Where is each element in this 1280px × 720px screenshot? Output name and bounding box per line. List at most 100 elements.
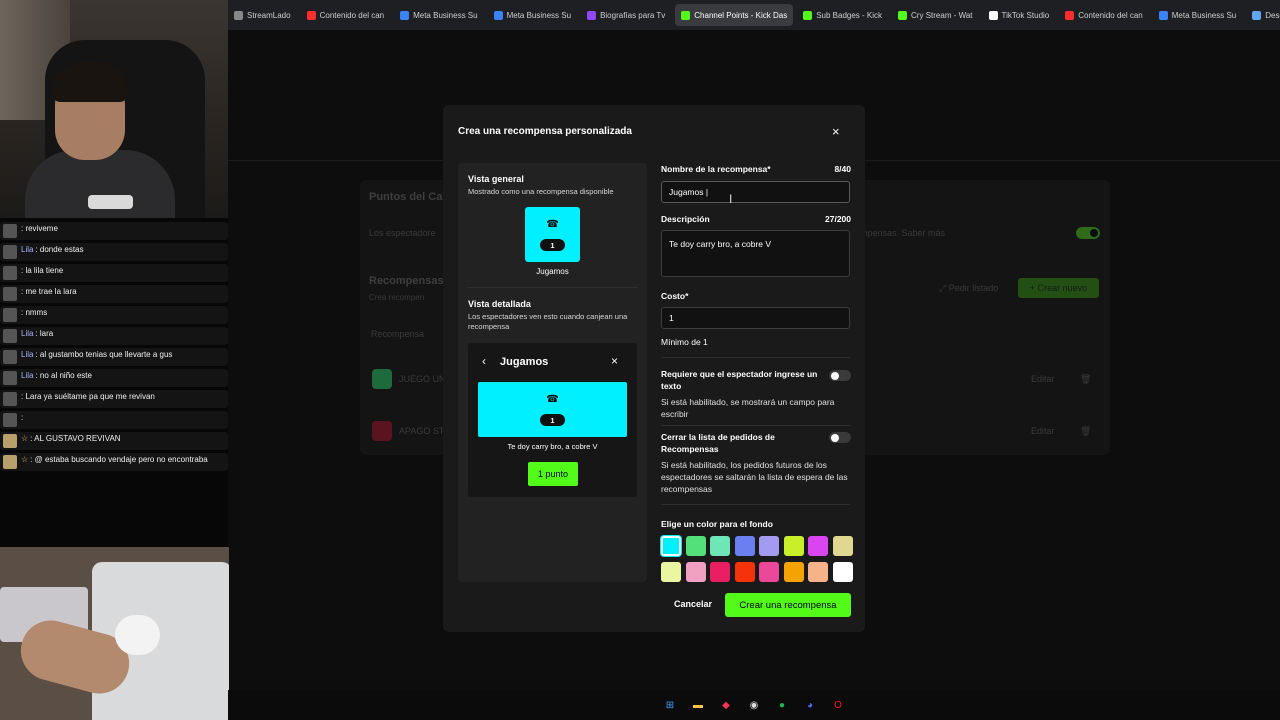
color-swatch[interactable] — [832, 536, 853, 556]
reward-row-name: JUEGO UN — [399, 374, 446, 384]
reward-name-counter: 8/40 — [834, 164, 851, 174]
tab-favicon-icon — [681, 10, 691, 20]
channel-points-info-tail[interactable]: mpensas. Saber más — [860, 228, 945, 238]
rewards-subtitle: Crea recompen — [369, 293, 425, 302]
color-swatch[interactable] — [759, 536, 779, 556]
tab-favicon-icon — [803, 10, 813, 20]
reward-row-name: APAGO ST — [399, 426, 445, 436]
color-swatch[interactable] — [783, 536, 804, 556]
require-text-label: Requiere que el espectador ingrese un te… — [661, 369, 818, 391]
close-icon: × — [611, 354, 619, 368]
webcam-microphone — [88, 195, 133, 209]
browser-tab[interactable]: Contenido del can — [1059, 4, 1149, 26]
chat-message: : Lara ya suéltame pa que me revivan — [0, 390, 228, 408]
avatar — [3, 413, 17, 427]
color-swatch[interactable] — [710, 562, 730, 582]
create-reward-button[interactable]: Crear una recompensa — [725, 593, 851, 617]
avatar — [3, 371, 17, 385]
chat-message-body: : reviveme — [21, 224, 58, 233]
preview-divider — [467, 287, 638, 288]
request-list-button[interactable]: ⤢ Pedir listado — [939, 283, 998, 294]
trash-icon[interactable]: 🗑 — [1080, 374, 1091, 385]
color-swatch[interactable] — [685, 536, 706, 556]
avatar — [3, 434, 17, 448]
file-explorer-icon[interactable]: ▬ — [689, 696, 707, 714]
browser-tab[interactable]: StreamLado — [228, 4, 297, 26]
reward-row-edit[interactable]: Editar — [1031, 426, 1055, 436]
opera-icon[interactable]: O — [829, 696, 847, 714]
tab-label: Meta Business Su — [413, 10, 478, 20]
channel-points-toggle[interactable] — [1076, 227, 1100, 239]
tab-label: Descargar arch — [1265, 10, 1280, 20]
reward-row-edit[interactable]: Editar — [1031, 374, 1055, 384]
color-swatch[interactable] — [783, 562, 804, 582]
os-taskbar: ⊞ ▬ ◆ ◉ ● ◕ O — [228, 690, 1280, 720]
chat-message-body: : AL GUSTAVO REVIVAN — [30, 434, 121, 443]
reward-name-input[interactable]: Jugamos | — [661, 181, 850, 203]
chat-text: Lila: no al niño este — [21, 371, 92, 381]
create-reward-modal: Crea una recompensa personalizada × Vist… — [443, 105, 865, 632]
browser-tab[interactable]: TikTok Studio — [983, 4, 1056, 26]
color-swatch[interactable] — [808, 562, 828, 582]
color-swatch[interactable] — [734, 536, 755, 556]
chat-username: Lila — [21, 329, 34, 338]
chat-text: Lila: donde estas — [21, 245, 84, 255]
avatar — [3, 392, 17, 406]
color-swatch[interactable] — [685, 562, 706, 582]
detail-card-cost-button: 1 punto — [528, 462, 578, 486]
color-swatch[interactable] — [808, 536, 828, 556]
color-swatch[interactable] — [661, 536, 681, 556]
tab-label: StreamLado — [247, 10, 291, 20]
browser-tab[interactable]: Contenido del can — [301, 4, 391, 26]
color-swatch[interactable] — [734, 562, 755, 582]
discord-icon[interactable]: ◕ — [801, 696, 819, 714]
trash-icon[interactable]: 🗑 — [1080, 426, 1091, 437]
chat-message: Lila: lara — [0, 327, 228, 345]
browser-tab[interactable]: Biografías para Tv — [581, 4, 671, 26]
tab-label: Cry Stream - Wat — [911, 10, 973, 20]
obs-icon[interactable]: ◉ — [745, 696, 763, 714]
browser-tab[interactable]: Channel Points - Kick Das — [675, 4, 794, 26]
spotify-icon[interactable]: ● — [773, 696, 791, 714]
chat-message-body: : donde estas — [35, 245, 84, 254]
close-icon[interactable]: × — [832, 125, 840, 138]
reward-row-icon — [372, 421, 392, 441]
chat-message: ☆: AL GUSTAVO REVIVAN — [0, 432, 228, 450]
browser-tab[interactable]: Sub Badges - Kick — [797, 4, 888, 26]
detail-card-title: Jugamos — [500, 356, 549, 368]
cost-input[interactable]: 1 — [661, 307, 850, 329]
color-swatch[interactable] — [710, 536, 730, 556]
reward-preview-panel: Vista general Mostrado como una recompen… — [458, 163, 647, 582]
cancel-button[interactable]: Cancelar — [674, 599, 712, 609]
create-new-button[interactable]: + Crear nuevo — [1018, 278, 1099, 298]
description-textarea[interactable]: Te doy carry bro, a cobre V — [661, 230, 850, 277]
avatar — [3, 329, 17, 343]
browser-tab[interactable]: Descargar arch — [1246, 4, 1280, 26]
color-swatch[interactable] — [661, 562, 681, 582]
chat-text: Lila: al gustambo tenias que llevarte a … — [21, 350, 172, 360]
windows-start-icon[interactable]: ⊞ — [661, 696, 679, 714]
color-swatch[interactable] — [759, 562, 779, 582]
skip-queue-toggle[interactable] — [829, 432, 851, 443]
color-swatch[interactable] — [832, 562, 853, 582]
webcam-desk — [0, 547, 229, 720]
text-cursor-icon: I — [729, 192, 733, 206]
rewards-title: Recompensas — [369, 275, 444, 287]
app-red-icon[interactable]: ◆ — [717, 696, 735, 714]
browser-tab[interactable]: Meta Business Su — [1153, 4, 1242, 26]
chat-text: : Lara ya suéltame pa que me revivan — [21, 392, 155, 402]
chat-message-body: : no al niño este — [35, 371, 92, 380]
require-text-toggle[interactable] — [829, 370, 851, 381]
browser-tab[interactable]: Meta Business Su — [394, 4, 483, 26]
color-picker-label: Elige un color para el fondo — [661, 519, 773, 529]
tab-label: Sub Badges - Kick — [816, 10, 883, 20]
avatar — [3, 287, 17, 301]
chevron-left-icon: ‹ — [482, 354, 486, 368]
skip-queue-label: Cerrar la lista de pedidos de Recompensa… — [661, 432, 775, 454]
overview-title: Vista general — [468, 174, 524, 184]
browser-tab[interactable]: Meta Business Su — [488, 4, 577, 26]
browser-tab[interactable]: Cry Stream - Wat — [892, 4, 978, 26]
modal-title: Crea una recompensa personalizada — [458, 126, 632, 137]
chat-message-body: : la lila tiene — [21, 266, 64, 275]
avatar — [3, 350, 17, 364]
